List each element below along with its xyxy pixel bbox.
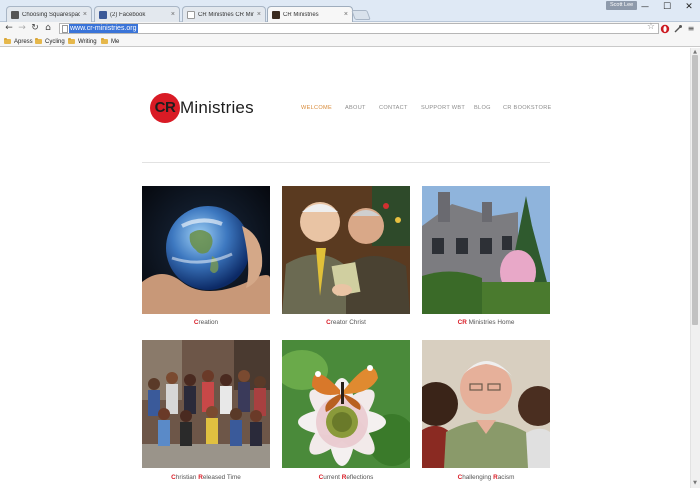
bookmark-cycling[interactable]: Cycling bbox=[35, 37, 65, 46]
logo-name[interactable]: Ministries bbox=[180, 97, 254, 119]
page-icon bbox=[62, 25, 68, 33]
caption-text: reation bbox=[198, 319, 219, 326]
close-tab-icon[interactable]: × bbox=[344, 11, 348, 18]
nav-cr-bookstore[interactable]: CR BOOKSTORE bbox=[503, 104, 552, 113]
bookmark-label: Cycling bbox=[45, 38, 65, 45]
opera-extension-icon[interactable] bbox=[660, 24, 670, 34]
back-arrow-icon[interactable]: ← bbox=[3, 22, 15, 35]
creation-image[interactable] bbox=[142, 186, 270, 314]
tab-choosing-squarespace[interactable]: Choosing Squarespace – × bbox=[6, 6, 92, 22]
creator-christ-image[interactable] bbox=[282, 186, 410, 314]
address-bar[interactable]: www.cr-ministries.org ☆ bbox=[59, 22, 659, 34]
cr-ministries-home-image[interactable] bbox=[422, 186, 550, 314]
facebook-favicon-icon bbox=[99, 10, 107, 19]
eyedropper-extension-icon[interactable] bbox=[673, 24, 683, 34]
tab-label: CR Ministries bbox=[283, 11, 319, 18]
close-tab-icon[interactable]: × bbox=[171, 11, 175, 18]
tab-facebook[interactable]: (2) Facebook × bbox=[94, 6, 180, 22]
caption-text: hallenging bbox=[462, 474, 494, 481]
squarespace-favicon-icon bbox=[11, 10, 19, 19]
menu-icon[interactable]: ≡ bbox=[686, 24, 696, 34]
tab-cr-ministries-active[interactable]: CR Ministries × bbox=[267, 6, 353, 22]
scrollbar-thumb[interactable] bbox=[692, 55, 698, 325]
caption-text: eleased Time bbox=[202, 474, 241, 481]
nav-support-wbt[interactable]: SUPPORT WBT bbox=[421, 104, 465, 113]
home-icon[interactable]: ⌂ bbox=[42, 22, 54, 35]
tab-label: CR Ministries CR Ministrie bbox=[198, 11, 254, 18]
folder-icon bbox=[101, 38, 108, 44]
caption-text: hristian bbox=[175, 474, 199, 481]
bookmark-star-icon[interactable]: ☆ bbox=[647, 22, 655, 32]
nav-contact[interactable]: CONTACT bbox=[379, 104, 408, 113]
christian-released-time-image[interactable] bbox=[142, 340, 270, 468]
close-tab-icon[interactable]: × bbox=[257, 11, 261, 18]
bookmark-me[interactable]: Me bbox=[101, 37, 119, 46]
caption-text: urrent bbox=[323, 474, 342, 481]
folder-icon bbox=[35, 38, 42, 44]
current-reflections-image[interactable] bbox=[282, 340, 410, 468]
nav-about[interactable]: ABOUT bbox=[345, 104, 366, 113]
caption-initial: CR bbox=[457, 319, 467, 326]
tile-caption-challenging-racism[interactable]: Challenging Racism bbox=[422, 473, 550, 482]
folder-icon bbox=[68, 38, 75, 44]
minimize-icon[interactable]: — bbox=[635, 2, 655, 11]
challenging-racism-image[interactable] bbox=[422, 340, 550, 468]
bookmark-writing[interactable]: Writing bbox=[68, 37, 97, 46]
tile-caption-cr-ministries-home[interactable]: CR Ministries Home bbox=[422, 318, 550, 327]
bookmark-label: Writing bbox=[78, 38, 97, 45]
close-tab-icon[interactable]: × bbox=[83, 11, 87, 18]
tile-caption-creation[interactable]: Creation bbox=[142, 318, 270, 327]
profile-button[interactable]: Scott Lee bbox=[606, 1, 638, 10]
bookmark-label: Apress bbox=[14, 38, 33, 45]
nav-blog[interactable]: BLOG bbox=[474, 104, 491, 113]
caption-text: Ministries Home bbox=[466, 319, 515, 326]
tab-label: Choosing Squarespace – bbox=[22, 11, 80, 18]
header-divider bbox=[142, 162, 550, 163]
close-window-icon[interactable]: ✕ bbox=[679, 2, 699, 12]
tile-caption-christian-released-time[interactable]: Christian Released Time bbox=[142, 473, 270, 482]
tab-cr-ministries-1[interactable]: CR Ministries CR Ministrie × bbox=[182, 6, 266, 22]
folder-icon bbox=[4, 38, 11, 44]
tab-label: (2) Facebook bbox=[110, 11, 146, 18]
page-favicon-icon bbox=[187, 10, 195, 19]
caption-text: acism bbox=[497, 474, 515, 481]
caption-text: eflections bbox=[346, 474, 374, 481]
bookmark-apress[interactable]: Apress bbox=[4, 37, 33, 46]
url-text[interactable]: www.cr-ministries.org bbox=[69, 24, 138, 33]
scroll-down-icon[interactable]: ▼ bbox=[692, 480, 698, 486]
reload-icon[interactable]: ↻ bbox=[29, 22, 41, 35]
cr-logo-circle[interactable]: CR bbox=[150, 93, 180, 123]
bookmark-label: Me bbox=[111, 38, 120, 45]
new-tab-button[interactable] bbox=[351, 10, 371, 20]
maximize-icon[interactable]: ☐ bbox=[657, 2, 677, 12]
tile-caption-current-reflections[interactable]: Current Reflections bbox=[282, 473, 410, 482]
cr-favicon-icon bbox=[272, 10, 280, 19]
forward-arrow-icon[interactable]: → bbox=[16, 22, 28, 35]
tile-caption-creator-christ[interactable]: Creator Christ bbox=[282, 318, 410, 327]
nav-welcome[interactable]: WELCOME bbox=[301, 104, 332, 113]
caption-text: reator Christ bbox=[330, 319, 366, 326]
